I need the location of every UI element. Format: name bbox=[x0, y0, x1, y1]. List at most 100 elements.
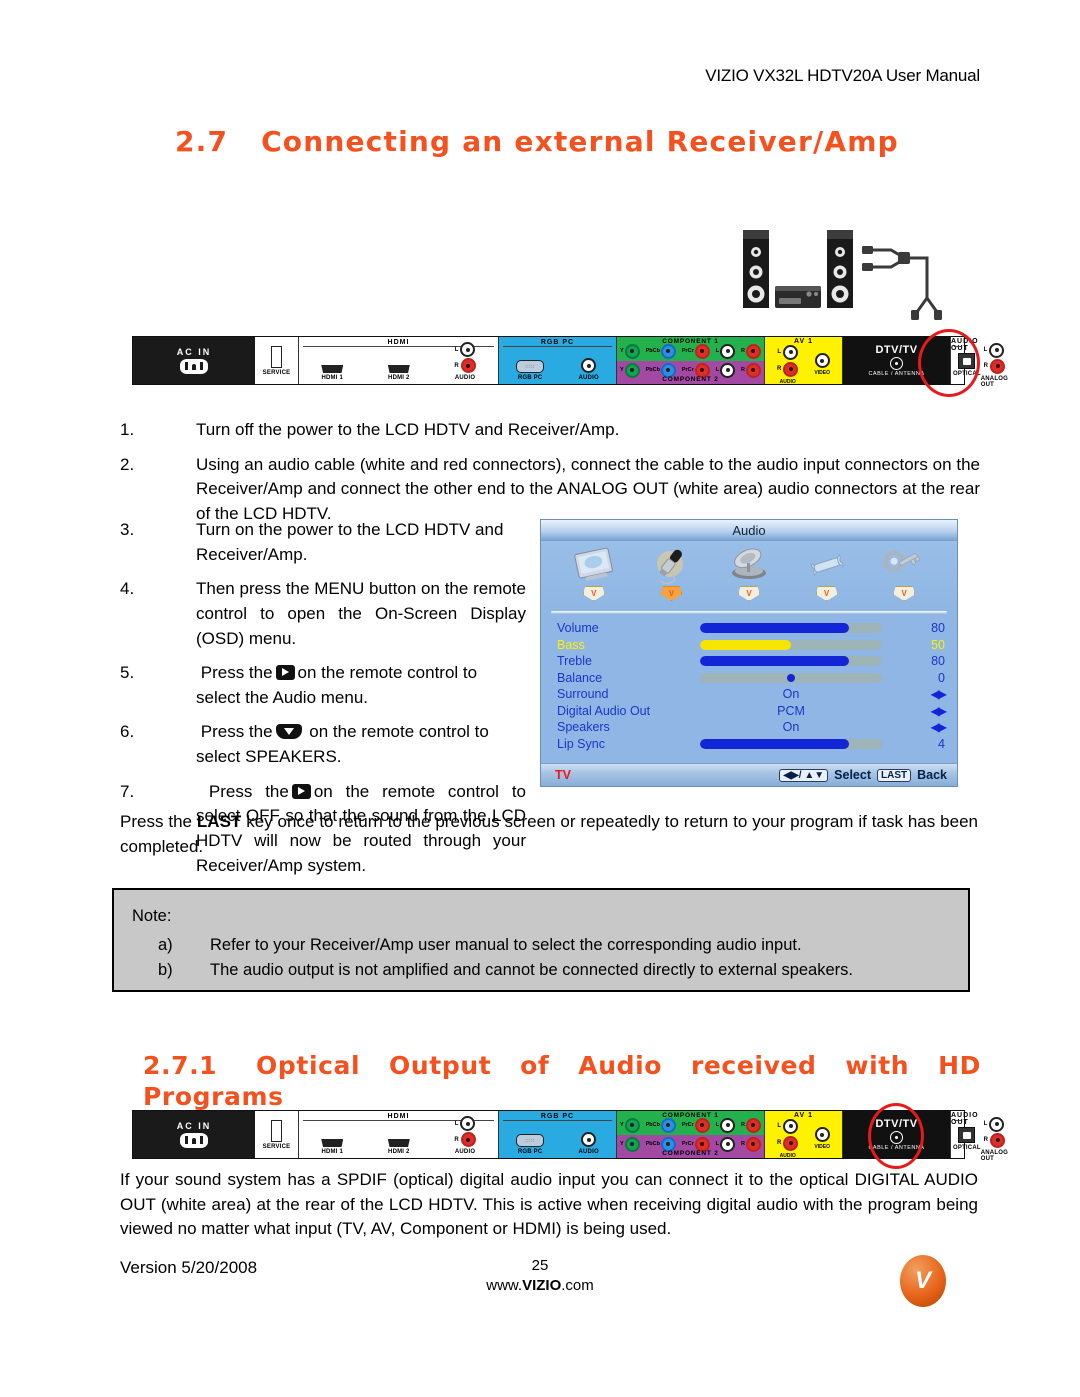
down-arrow-button-icon bbox=[275, 724, 302, 740]
note-marker: b) bbox=[158, 960, 173, 979]
step-number: 4. bbox=[120, 579, 135, 599]
rca-jack-red-icon bbox=[694, 1117, 710, 1133]
osd-row-digital-audio-out[interactable]: Digital Audio Out PCM ◀▶ bbox=[557, 703, 947, 720]
lip-sync-slider[interactable] bbox=[700, 738, 882, 749]
tab-audio[interactable]: V bbox=[642, 545, 700, 601]
treble-slider[interactable] bbox=[700, 656, 882, 667]
step-number: 3. bbox=[120, 520, 135, 539]
website-prefix: www. bbox=[486, 1277, 523, 1295]
comp1-pb-label: PbCb bbox=[645, 1122, 660, 1128]
rca-jack-red-icon bbox=[745, 343, 761, 359]
osd-row-value: 80 bbox=[931, 621, 945, 636]
component-block: COMPONENT 1 Y PbCb PrCr L R Y PbCb PrCr … bbox=[617, 1111, 765, 1158]
website-suffix: .com bbox=[561, 1277, 594, 1295]
osd-row-value: 80 bbox=[931, 654, 945, 669]
rca-jack-white-icon bbox=[783, 1118, 799, 1134]
osd-audio-menu[interactable]: Audio V V V V V Volume 80 Bass 50 Treble… bbox=[540, 519, 958, 787]
osd-row-treble[interactable]: Treble 80 bbox=[557, 653, 945, 670]
osd-row-volume[interactable]: Volume 80 bbox=[557, 620, 945, 637]
osd-back-label: Back bbox=[917, 768, 947, 782]
hdmi2-label: HDMI 2 bbox=[388, 1149, 410, 1155]
step-text: Using an audio cable (white and red conn… bbox=[196, 454, 980, 523]
hdmi-audio-label: AUDIO bbox=[454, 375, 476, 381]
hdmi-plug-icon bbox=[387, 1139, 410, 1147]
tuner-satellite-icon bbox=[731, 548, 766, 579]
nav-keys-icon: ◀▶/ ▲▼ bbox=[779, 768, 829, 782]
hdmi1-label: HDMI 1 bbox=[321, 1149, 344, 1155]
rca-jack-white-icon bbox=[783, 344, 799, 360]
subsection-word: Audio bbox=[578, 1051, 663, 1080]
rear-connector-panel-bottom: AC IN SERVICE HDMI HDMI 1 HDMI 2 L R AUD… bbox=[132, 1110, 1008, 1162]
dtv-tv-label: DTV/TV bbox=[875, 1118, 918, 1130]
rca-jack-white-icon bbox=[989, 1116, 1005, 1132]
subsection-word: of bbox=[520, 1051, 550, 1080]
stereo-jack-icon bbox=[581, 358, 597, 373]
osd-row-label: Bass bbox=[557, 637, 585, 652]
stereo-jack-icon bbox=[581, 1132, 597, 1147]
osd-row-surround[interactable]: Surround On ◀▶ bbox=[557, 686, 947, 703]
volume-slider[interactable] bbox=[700, 623, 882, 634]
tab-setup[interactable]: V bbox=[798, 545, 856, 601]
hdmi-block: HDMI HDMI 1 HDMI 2 L R AUDIO bbox=[299, 1111, 499, 1158]
service-label: SERVICE bbox=[262, 1143, 291, 1150]
tab-badge-selected: V bbox=[660, 586, 683, 601]
left-right-arrows-icon[interactable]: ◀▶ bbox=[907, 704, 947, 718]
av1-block: AV 1 L R AUDIO VIDEO bbox=[765, 337, 843, 385]
vga-port-icon: ::::: bbox=[516, 360, 545, 373]
component2-label: COMPONENT 2 bbox=[662, 1150, 719, 1157]
rca-jack-red-icon bbox=[460, 1132, 476, 1147]
osd-row-label: Digital Audio Out bbox=[557, 703, 651, 718]
list-item: 5. Press the on the remote control to sel… bbox=[120, 661, 540, 710]
rca-jack-green-icon bbox=[624, 1117, 640, 1133]
osd-row-value: 50 bbox=[931, 637, 945, 652]
rca-jack-red-icon bbox=[783, 1135, 799, 1151]
rca-jack-video-icon bbox=[814, 1127, 830, 1142]
ac-in-block: AC IN bbox=[133, 337, 255, 384]
av-r-label: R bbox=[777, 1140, 782, 1146]
ac-power-socket-icon bbox=[180, 1133, 208, 1148]
list-item: 6. Press the on the remote control to se… bbox=[120, 720, 540, 769]
osd-row-bass[interactable]: Bass 50 bbox=[557, 637, 945, 654]
step-text: Turn off the power to the LCD HDTV and R… bbox=[196, 420, 620, 439]
audio-microphone-icon bbox=[657, 549, 684, 585]
comp2-y-label: Y bbox=[620, 1141, 624, 1147]
hdmi-l-label: L bbox=[454, 1120, 459, 1127]
last-key-icon: LAST bbox=[877, 768, 912, 782]
tab-picture[interactable]: V bbox=[565, 545, 623, 601]
bass-slider[interactable] bbox=[700, 639, 882, 650]
left-right-arrows-icon[interactable]: ◀▶ bbox=[907, 687, 947, 701]
comp1-r-label: R bbox=[740, 1122, 745, 1128]
left-right-arrows-icon[interactable]: ◀▶ bbox=[907, 720, 947, 734]
parental-key-icon bbox=[883, 550, 921, 572]
list-item: 4. Then press the MENU button on the rem… bbox=[120, 577, 540, 651]
av1-audio-connectors: L R AUDIO bbox=[777, 344, 799, 385]
component-block: COMPONENT 1 Y PbCb PrCr L R Y PbCb PrCr … bbox=[617, 337, 765, 384]
ac-in-label: AC IN bbox=[176, 347, 212, 357]
rca-jack-red-icon bbox=[745, 1117, 761, 1133]
hdmi-audio-connector: L R AUDIO bbox=[454, 1116, 476, 1155]
av1-video-connector: VIDEO bbox=[814, 1127, 830, 1150]
balance-slider[interactable] bbox=[700, 672, 882, 683]
list-item: 2. Using an audio cable (white and red c… bbox=[120, 453, 980, 527]
osd-row-balance[interactable]: Balance 0 bbox=[557, 670, 945, 687]
tab-parental[interactable]: V bbox=[875, 545, 933, 601]
subsection-title: 2.7.1 Optical Output of Audio received w… bbox=[143, 1050, 981, 1113]
rca-jack-blue-icon bbox=[660, 343, 676, 359]
setup-wrench-icon bbox=[809, 553, 844, 577]
note-text: The audio output is not amplified and ca… bbox=[210, 960, 853, 979]
rgb-port-label: RGB PC bbox=[517, 375, 543, 381]
analog-out-label: ANALOG OUT bbox=[980, 375, 1008, 388]
osd-row-option: On bbox=[782, 687, 800, 702]
comp2-r-label: R bbox=[740, 1141, 745, 1147]
analog-out-connector: L R ANALOG OUT bbox=[981, 1116, 1008, 1162]
step-text: Press the on the remote control to selec… bbox=[196, 720, 526, 769]
comp2-r-label: R bbox=[740, 367, 745, 373]
comp2-pr-label: PrCr bbox=[681, 367, 694, 373]
comp1-y-label: Y bbox=[620, 1122, 624, 1128]
tab-tuner[interactable]: V bbox=[720, 545, 778, 601]
note-text: Refer to your Receiver/Amp user manual t… bbox=[210, 935, 802, 954]
step-text-before: Press the bbox=[200, 722, 273, 742]
osd-row-lip-sync[interactable]: Lip Sync 4 bbox=[557, 736, 945, 753]
osd-row-speakers[interactable]: Speakers On ◀▶ bbox=[557, 719, 947, 736]
rgb-port-label: RGB PC bbox=[517, 1149, 543, 1155]
